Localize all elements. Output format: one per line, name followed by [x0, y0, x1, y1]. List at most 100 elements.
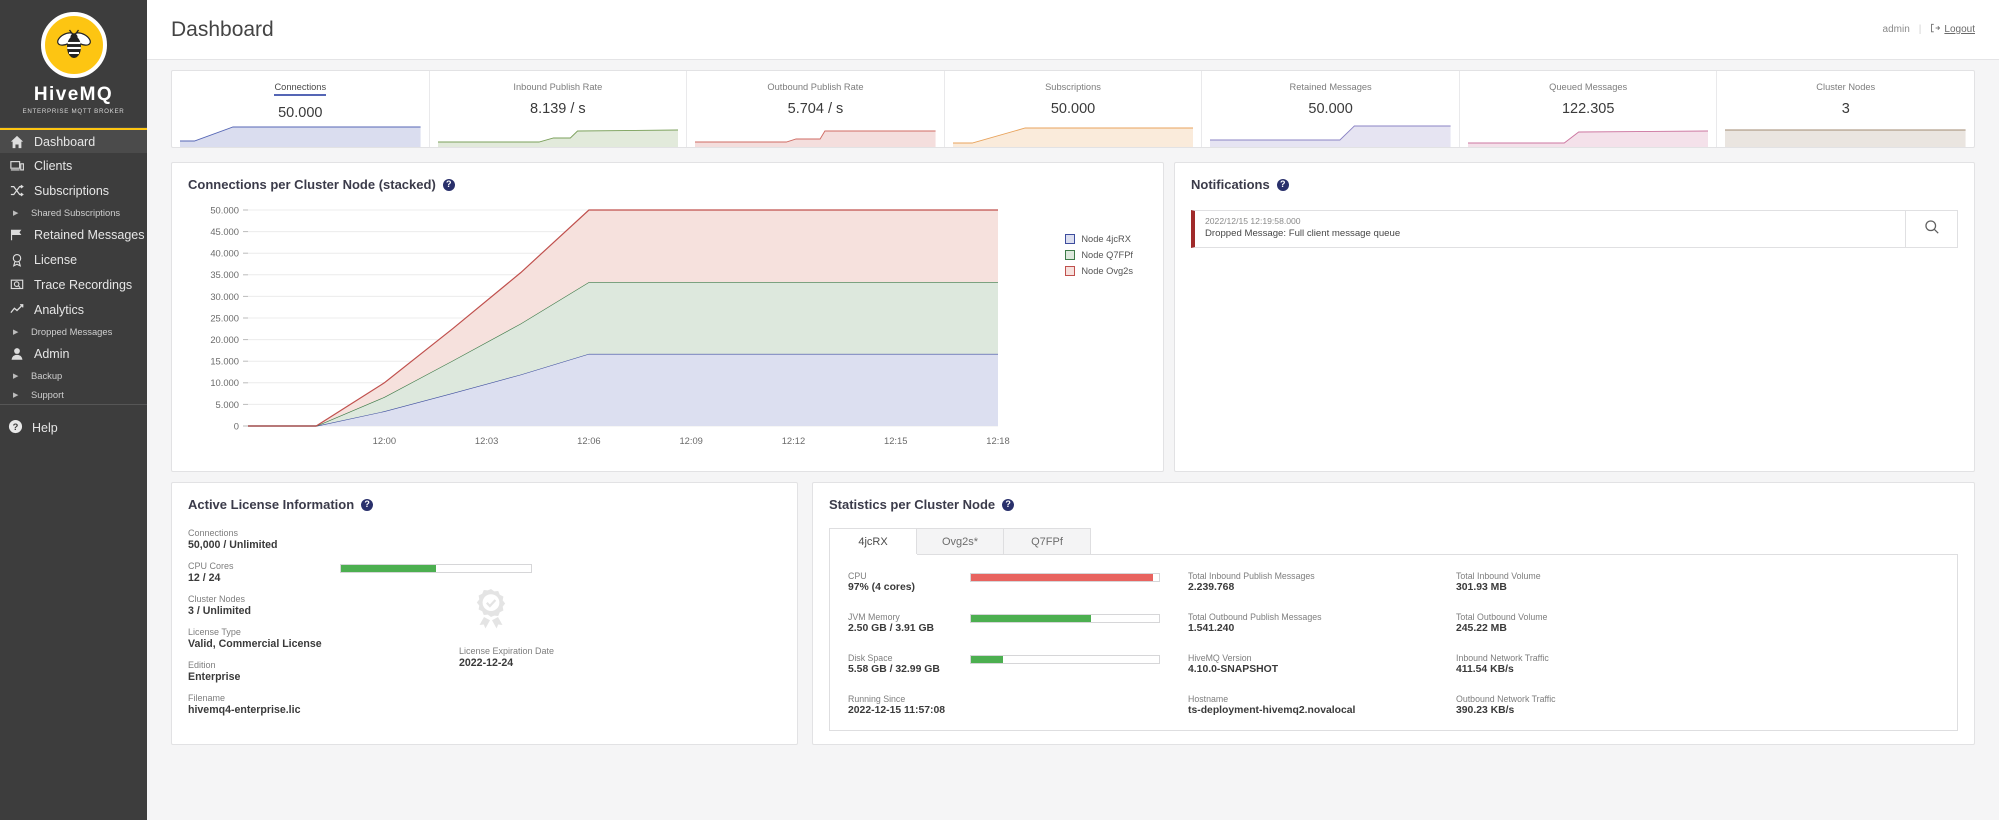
metric-sparkline: [437, 121, 679, 147]
help-circle-icon[interactable]: ?: [1002, 498, 1015, 511]
stat-progress-bar: [970, 573, 1160, 582]
legend-item[interactable]: Node Ovg2s: [1065, 266, 1133, 276]
tab-node-q7fpf[interactable]: Q7FPf: [1003, 528, 1091, 554]
stats-column-3: Total Inbound Volume 301.93 MB Total Outbo…: [1456, 571, 1706, 716]
notification-item[interactable]: 2022/12/15 12:19:58.000 Dropped Message:…: [1191, 210, 1958, 248]
metric-value: 50.000: [278, 105, 323, 121]
help-circle-icon[interactable]: ?: [442, 178, 455, 191]
license-row-value: 12 / 24: [188, 572, 221, 584]
metric-card-outbound-publish-rate[interactable]: Outbound Publish Rate 5.704 / s: [687, 71, 945, 147]
metric-label: Cluster Nodes: [1816, 82, 1876, 92]
stat-key: Total Inbound Volume: [1456, 571, 1541, 581]
sidebar-item-admin[interactable]: Admin: [0, 341, 147, 366]
license-row: Filename hivemq4-enterprise.lic: [188, 693, 781, 716]
sidebar-item-dashboard[interactable]: Dashboard: [0, 128, 147, 153]
metric-label: Inbound Publish Rate: [513, 82, 603, 92]
metric-card-retained-messages[interactable]: Retained Messages 50.000: [1202, 71, 1460, 147]
sidebar-item-subscriptions[interactable]: Subscriptions: [0, 178, 147, 203]
metric-card-cluster-nodes[interactable]: Cluster Nodes 3: [1717, 71, 1974, 147]
brand-tagline: ENTERPRISE MQTT BROKER: [22, 108, 125, 115]
stat-value: 2.50 GB / 3.91 GB: [848, 623, 935, 634]
statistics-title-row: Statistics per Cluster Node ?: [829, 497, 1958, 512]
notification-inspect-button[interactable]: [1905, 211, 1957, 247]
license-row: Connections 50,000 / Unlimited: [188, 528, 781, 551]
sidebar-subitem-dropped-messages[interactable]: ▶ Dropped Messages: [0, 322, 147, 341]
metric-value: 50.000: [1050, 101, 1096, 117]
stat-value: ts-deployment-hivemq2.novalocal: [1188, 705, 1356, 716]
svg-text:12:18: 12:18: [986, 435, 1009, 446]
sidebar-item-retained-messages[interactable]: Retained Messages: [0, 222, 147, 247]
sidebar-item-label: Retained Messages: [34, 227, 145, 242]
sidebar-subitem-backup[interactable]: ▶ Backup: [0, 366, 147, 385]
sidebar-item-analytics[interactable]: Analytics: [0, 297, 147, 322]
stat-row: JVM Memory 2.50 GB / 3.91 GB: [848, 612, 1188, 634]
user-icon: [8, 347, 25, 361]
flag-icon: [8, 228, 25, 242]
tab-node-ovg2s[interactable]: Ovg2s*: [916, 528, 1004, 554]
svg-text:40.000: 40.000: [210, 248, 239, 259]
stat-key: Outbound Network Traffic: [1456, 694, 1556, 704]
stat-progress-fill: [971, 615, 1092, 622]
metric-card-connections[interactable]: Connections 50.000: [172, 71, 430, 147]
svg-text:50.000: 50.000: [210, 204, 239, 215]
sidebar-item-license[interactable]: License: [0, 247, 147, 272]
main-area: Dashboard admin | Logout Connections 50.0…: [147, 0, 1999, 820]
help-circle-icon: ?: [8, 419, 23, 437]
help-circle-icon[interactable]: ?: [1276, 178, 1289, 191]
sidebar-item-label: Help: [32, 421, 58, 435]
stat-value: 97% (4 cores): [848, 582, 915, 593]
metric-card-subscriptions[interactable]: Subscriptions 50.000: [945, 71, 1203, 147]
metric-value: 122.305: [1561, 101, 1615, 117]
stat-row: Total Outbound Publish Messages 1.541.240: [1188, 612, 1456, 634]
statistics-panel: Statistics per Cluster Node ? 4jcRX Ovg2s…: [812, 482, 1975, 745]
statistics-title: Statistics per Cluster Node: [829, 497, 996, 512]
brand-logo[interactable]: HiveMQ ENTERPRISE MQTT BROKER: [0, 0, 147, 128]
svg-text:5.000: 5.000: [216, 399, 239, 410]
stat-progress-fill: [971, 574, 1154, 581]
legend-label: Node Q7FPf: [1081, 250, 1133, 260]
legend-item[interactable]: Node 4jcRX: [1065, 234, 1133, 244]
license-row-value: 50,000 / Unlimited: [188, 539, 278, 551]
svg-text:12:03: 12:03: [475, 435, 498, 446]
sidebar-subitem-label: Dropped Messages: [31, 326, 113, 337]
metric-label: Queued Messages: [1549, 82, 1628, 92]
logout-button[interactable]: Logout: [1930, 23, 1975, 36]
sidebar-item-trace-recordings[interactable]: Trace Recordings: [0, 272, 147, 297]
legend-label: Node 4jcRX: [1081, 234, 1131, 244]
tab-node-4jcrx[interactable]: 4jcRX: [829, 528, 917, 554]
sidebar-item-help[interactable]: ? Help: [0, 415, 147, 441]
stat-row: Outbound Network Traffic 390.23 KB/s: [1456, 694, 1706, 716]
legend-item[interactable]: Node Q7FPf: [1065, 250, 1133, 260]
chart-line-icon: [8, 303, 25, 317]
notifications-title: Notifications: [1191, 177, 1270, 192]
chart-legend: Node 4jcRX Node Q7FPf Node Ovg2s: [1065, 234, 1133, 276]
sidebar-subitem-support[interactable]: ▶ Support: [0, 385, 147, 404]
metric-value: 5.704 / s: [787, 101, 844, 117]
legend-swatch: [1065, 266, 1076, 276]
top-bar-right: admin | Logout: [1883, 23, 1975, 36]
svg-text:0: 0: [234, 420, 239, 431]
sidebar-item-clients[interactable]: Clients: [0, 153, 147, 178]
metric-card-inbound-publish-rate[interactable]: Inbound Publish Rate 8.139 / s: [430, 71, 688, 147]
metrics-strip: Connections 50.000 Inbound Publish Rate 8.1…: [171, 70, 1975, 148]
stat-key: Hostname: [1188, 694, 1229, 704]
logout-icon: [1930, 23, 1941, 36]
stat-row: Running Since 2022-12-15 11:57:08: [848, 694, 1188, 716]
node-tabs: 4jcRX Ovg2s* Q7FPf: [829, 528, 1958, 554]
svg-text:25.000: 25.000: [210, 312, 239, 323]
notifications-panel: Notifications ? 2022/12/15 12:19:58.000 …: [1174, 162, 1975, 472]
sidebar-help-section: ? Help: [0, 404, 147, 461]
license-row-value: Enterprise: [188, 671, 241, 683]
metric-label: Outbound Publish Rate: [767, 82, 864, 92]
svg-text:35.000: 35.000: [210, 269, 239, 280]
chevron-right-icon: ▶: [13, 328, 19, 336]
row-charts: Connections per Cluster Node (stacked) ?…: [171, 162, 1975, 472]
svg-text:12:00: 12:00: [373, 435, 396, 446]
sidebar-nav: Dashboard Clients Subscriptions ▶ Shared…: [0, 128, 147, 404]
sidebar-subitem-shared-subscriptions[interactable]: ▶ Shared Subscriptions: [0, 203, 147, 222]
metric-card-queued-messages[interactable]: Queued Messages 122.305: [1460, 71, 1718, 147]
help-circle-icon[interactable]: ?: [361, 498, 374, 511]
sidebar-item-label: License: [34, 252, 78, 267]
stacked-area-chart[interactable]: 50.000 45.000 40.000 35.000 30.000 25.000 20.0…: [188, 204, 1147, 459]
top-bar: Dashboard admin | Logout: [147, 0, 1999, 60]
